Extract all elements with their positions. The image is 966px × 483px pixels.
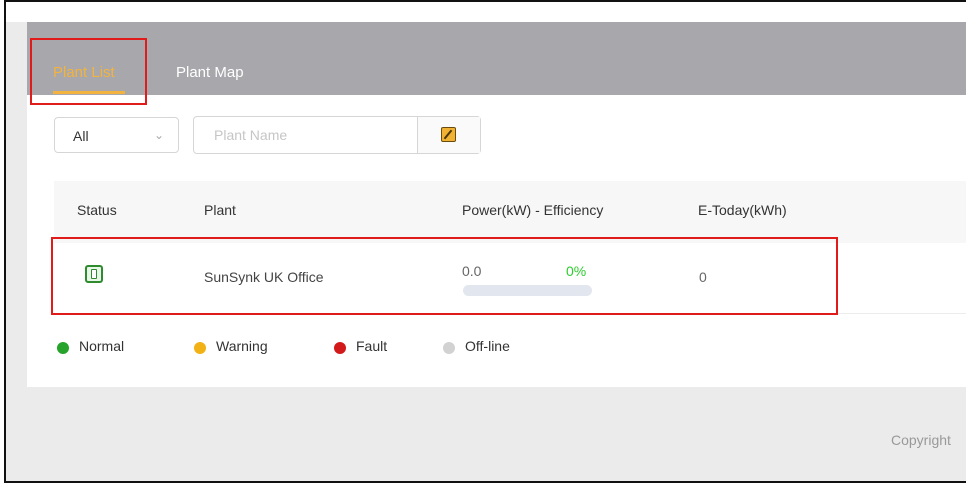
efficiency-value: 0% [566,263,587,279]
search-button[interactable] [417,117,480,153]
tab-plant-map[interactable]: Plant Map [176,64,244,81]
copyright-text: Copyright [891,432,951,448]
power-value: 0.0 [462,263,482,279]
offline-dot-icon [443,342,455,354]
e-today-cell: 0 [699,269,707,285]
fault-dot-icon [334,342,346,354]
header-power-efficiency: Power(kW) - Efficiency [462,202,604,218]
top-strip [6,2,966,22]
plant-search [193,116,481,154]
header-plant: Plant [204,202,236,218]
warning-dot-icon [194,342,206,354]
normal-dot-icon [57,342,69,354]
plant-name-cell[interactable]: SunSynk UK Office [204,269,324,285]
status-filter-select[interactable]: All ⌄ [54,117,179,153]
status-filter-value: All [73,128,89,144]
legend-normal-label: Normal [79,338,125,354]
efficiency-bar [463,285,592,296]
legend-offline-label: Off-line [465,338,510,354]
table-row[interactable]: SunSynk UK Office 0.0 0% 0 [54,243,966,314]
search-icon [441,127,456,142]
header-e-today: E-Today(kWh) [698,202,787,218]
header-status: Status [77,202,117,218]
legend-warning-label: Warning [216,338,268,354]
tab-header: Plant List Plant Map [27,22,966,95]
chevron-down-icon: ⌄ [153,128,164,142]
app-frame: Plant List Plant Map All ⌄ Status Plant … [4,0,966,483]
tab-plant-list[interactable]: Plant List [53,64,115,81]
table-header: Status Plant Power(kW) - Efficiency E-To… [54,181,966,243]
plant-list-panel: All ⌄ Status Plant Power(kW) - Efficienc… [27,95,966,387]
inverter-online-icon [85,265,103,283]
plant-name-input[interactable] [194,117,418,153]
legend-fault-label: Fault [356,338,388,354]
active-tab-underline [53,91,125,94]
